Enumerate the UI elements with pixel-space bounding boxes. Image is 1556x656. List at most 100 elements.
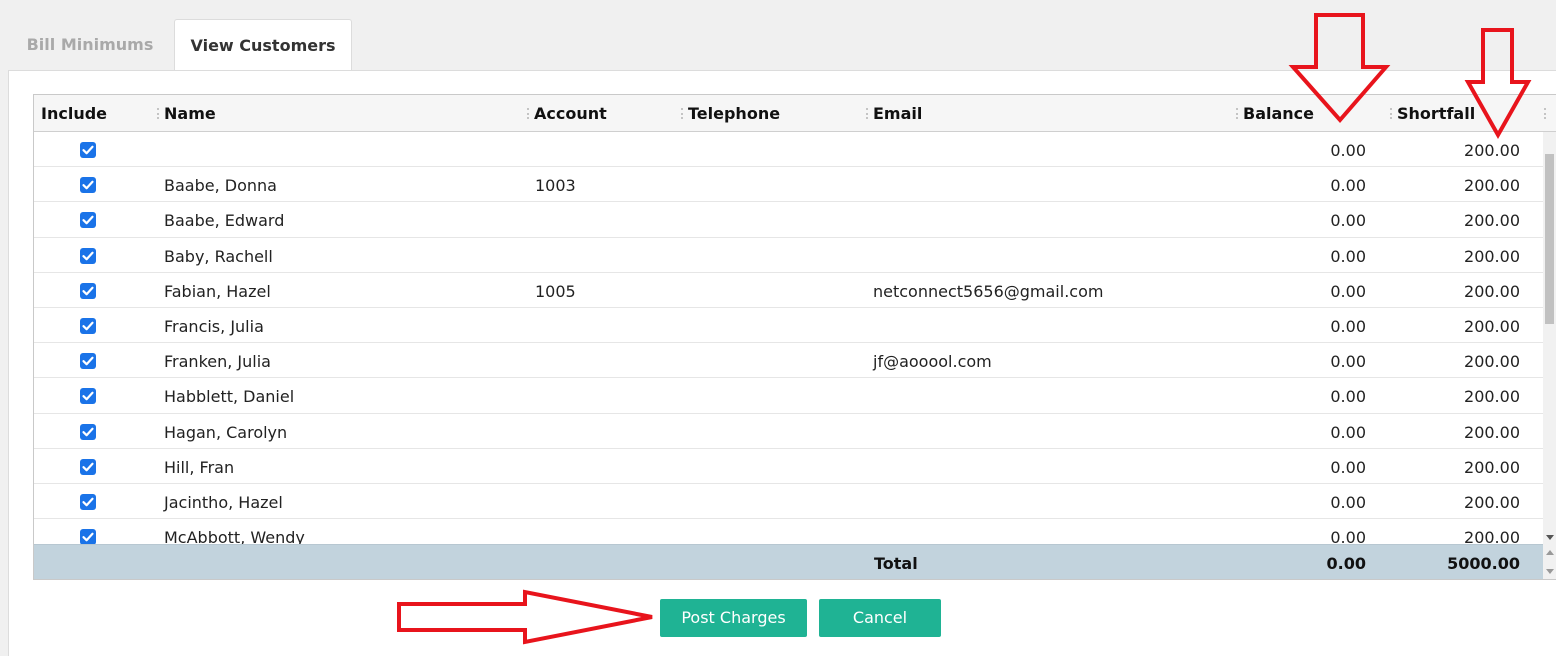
include-checkbox[interactable] bbox=[80, 212, 96, 229]
column-header-account[interactable]: Account bbox=[534, 95, 607, 132]
column-header-include[interactable]: Include bbox=[41, 95, 107, 132]
telephone-cell bbox=[689, 132, 859, 167]
scrollbar-thumb[interactable] bbox=[1545, 154, 1554, 324]
table-row[interactable]: 0.00 200.00 bbox=[34, 132, 1544, 168]
grid-header: Include Name Account Telephone Email Bal… bbox=[34, 95, 1556, 132]
balance-cell: 0.00 bbox=[1330, 457, 1366, 477]
include-checkbox[interactable] bbox=[80, 493, 96, 510]
telephone-cell bbox=[689, 238, 859, 273]
include-checkbox[interactable] bbox=[80, 247, 96, 264]
include-checkbox[interactable] bbox=[80, 388, 96, 405]
balance-cell: 0.00 bbox=[1330, 422, 1366, 442]
footer-scrollbar[interactable] bbox=[1543, 544, 1556, 579]
include-checkbox[interactable] bbox=[80, 529, 96, 544]
shortfall-cell: 200.00 bbox=[1464, 281, 1520, 301]
shortfall-cell: 200.00 bbox=[1464, 246, 1520, 266]
include-checkbox[interactable] bbox=[80, 177, 96, 194]
balance-cell: 0.00 bbox=[1330, 528, 1366, 544]
account-cell bbox=[535, 449, 675, 484]
balance-cell: 0.00 bbox=[1330, 352, 1366, 372]
balance-cell: 0.00 bbox=[1330, 316, 1366, 336]
cancel-button[interactable]: Cancel bbox=[819, 599, 941, 637]
scroll-up-arrow-icon[interactable] bbox=[1546, 550, 1554, 555]
include-checkbox[interactable] bbox=[80, 353, 96, 370]
balance-cell: 0.00 bbox=[1330, 176, 1366, 196]
name-cell: Hagan, Carolyn bbox=[164, 422, 288, 442]
include-checkbox[interactable] bbox=[80, 317, 96, 334]
email-cell bbox=[873, 238, 1233, 273]
table-row[interactable]: Baabe, Donna 1003 0.00 200.00 bbox=[34, 167, 1544, 203]
account-cell: 1003 bbox=[535, 176, 576, 196]
post-charges-button[interactable]: Post Charges bbox=[660, 599, 807, 637]
column-resize-handle[interactable] bbox=[1236, 108, 1238, 119]
column-header-telephone[interactable]: Telephone bbox=[688, 95, 780, 132]
column-header-email[interactable]: Email bbox=[873, 95, 922, 132]
account-cell bbox=[535, 238, 675, 273]
column-resize-handle[interactable] bbox=[157, 108, 159, 119]
shortfall-cell: 200.00 bbox=[1464, 457, 1520, 477]
telephone-cell bbox=[689, 378, 859, 413]
name-cell: McAbbott, Wendy bbox=[164, 528, 305, 544]
tab-bill-minimums[interactable]: Bill Minimums bbox=[8, 19, 172, 70]
table-row[interactable]: Jacintho, Hazel 0.00 200.00 bbox=[34, 484, 1544, 520]
telephone-cell bbox=[689, 449, 859, 484]
include-checkbox[interactable] bbox=[80, 282, 96, 299]
account-cell bbox=[535, 414, 675, 449]
account-cell: 1005 bbox=[535, 281, 576, 301]
email-cell bbox=[873, 414, 1233, 449]
column-header-balance[interactable]: Balance bbox=[1243, 95, 1314, 132]
account-cell bbox=[535, 519, 675, 544]
grid-footer-totals: Total 0.00 5000.00 bbox=[34, 544, 1544, 579]
name-cell: Baby, Rachell bbox=[164, 246, 273, 266]
table-row[interactable]: Francis, Julia 0.00 200.00 bbox=[34, 308, 1544, 344]
column-resize-handle[interactable] bbox=[681, 108, 683, 119]
column-header-shortfall[interactable]: Shortfall bbox=[1397, 95, 1475, 132]
column-resize-handle[interactable] bbox=[527, 108, 529, 119]
column-resize-handle[interactable] bbox=[866, 108, 868, 119]
balance-cell: 0.00 bbox=[1330, 246, 1366, 266]
table-row[interactable]: Habblett, Daniel 0.00 200.00 bbox=[34, 378, 1544, 414]
vertical-scrollbar[interactable] bbox=[1543, 132, 1556, 544]
email-cell bbox=[873, 167, 1233, 202]
telephone-cell bbox=[689, 519, 859, 544]
balance-cell: 0.00 bbox=[1330, 387, 1366, 407]
scroll-down-arrow-icon[interactable] bbox=[1546, 535, 1554, 540]
shortfall-cell: 200.00 bbox=[1464, 422, 1520, 442]
account-cell bbox=[535, 484, 675, 519]
column-header-name[interactable]: Name bbox=[164, 95, 216, 132]
email-cell bbox=[873, 308, 1233, 343]
tab-view-customers[interactable]: View Customers bbox=[174, 19, 352, 71]
balance-cell: 0.00 bbox=[1330, 211, 1366, 231]
scroll-down-arrow-icon[interactable] bbox=[1546, 569, 1554, 574]
name-cell: Baabe, Edward bbox=[164, 211, 285, 231]
table-row[interactable]: Hagan, Carolyn 0.00 200.00 bbox=[34, 414, 1544, 449]
include-checkbox[interactable] bbox=[80, 142, 96, 158]
table-row[interactable]: Baby, Rachell 0.00 200.00 bbox=[34, 238, 1544, 273]
table-row[interactable]: McAbbott, Wendy 0.00 200.00 bbox=[34, 519, 1544, 544]
name-cell: Hill, Fran bbox=[164, 457, 235, 477]
name-cell: Jacintho, Hazel bbox=[164, 492, 283, 512]
table-row[interactable]: Hill, Fran 0.00 200.00 bbox=[34, 449, 1544, 484]
total-label: Total bbox=[874, 554, 918, 573]
include-checkbox[interactable] bbox=[80, 423, 96, 440]
account-cell bbox=[535, 132, 675, 167]
shortfall-cell: 200.00 bbox=[1464, 211, 1520, 231]
name-cell: Habblett, Daniel bbox=[164, 387, 295, 407]
column-resize-handle[interactable] bbox=[1390, 108, 1392, 119]
table-row[interactable]: Franken, Julia jf@aooool.com 0.00 200.00 bbox=[34, 343, 1544, 379]
email-cell bbox=[873, 378, 1233, 413]
account-cell bbox=[535, 378, 675, 413]
shortfall-cell: 200.00 bbox=[1464, 492, 1520, 512]
account-cell bbox=[535, 202, 675, 237]
name-cell: Baabe, Donna bbox=[164, 176, 277, 196]
tab-bar: Bill Minimums View Customers bbox=[0, 0, 1556, 71]
column-resize-handle[interactable] bbox=[1544, 108, 1546, 119]
customers-grid: Include Name Account Telephone Email Bal… bbox=[33, 94, 1556, 580]
table-row[interactable]: Baabe, Edward 0.00 200.00 bbox=[34, 202, 1544, 238]
table-row[interactable]: Fabian, Hazel 1005 netconnect5656@gmail.co… bbox=[34, 273, 1544, 308]
telephone-cell bbox=[689, 308, 859, 343]
account-cell bbox=[535, 343, 675, 378]
email-cell: netconnect5656@gmail.com bbox=[873, 281, 1104, 301]
include-checkbox[interactable] bbox=[80, 458, 96, 475]
shortfall-cell: 200.00 bbox=[1464, 316, 1520, 336]
